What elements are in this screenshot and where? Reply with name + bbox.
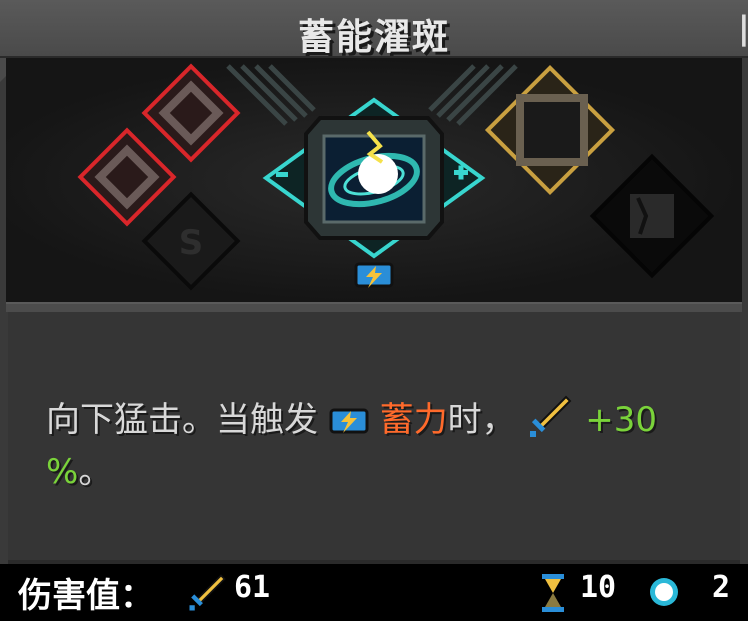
center-skill-icon[interactable] <box>262 97 486 259</box>
damage-label: 伤害值： <box>18 576 154 616</box>
skill-art-area: S <box>6 58 742 302</box>
description-prefix: 向下猛击。当触发 <box>46 400 318 440</box>
lightning-charge-icon <box>354 262 394 288</box>
sword-icon <box>189 574 226 611</box>
description-mid: 时， <box>447 400 516 440</box>
gold-rune-slot[interactable] <box>484 64 616 196</box>
sword-icon-inline <box>530 395 572 437</box>
charge-icon-inline <box>329 408 369 434</box>
red-rune-slot-2[interactable] <box>77 127 177 227</box>
dark-rune-slot-left[interactable]: S <box>141 191 241 291</box>
bonus-value: +30 <box>585 400 658 440</box>
title-bar: 蓄能濯斑 | <box>0 0 748 58</box>
separator <box>6 302 742 312</box>
red-rune-slot-1[interactable] <box>141 63 241 163</box>
svg-text:S: S <box>179 223 204 263</box>
skill-art: S <box>77 63 715 291</box>
stats-footer: 伤害值： 61 10 2 <box>0 564 748 621</box>
light-orb-icon <box>650 578 678 606</box>
title-marker: | <box>738 9 748 47</box>
damage-value: 61 <box>234 570 271 605</box>
cooldown-value: 10 <box>580 570 617 605</box>
skill-title: 蓄能濯斑 <box>297 17 450 58</box>
dark-rune-slot-right[interactable] <box>589 153 715 279</box>
description-box: 向下猛击。当触发 蓄力时， +30 %。 <box>8 312 740 564</box>
orb-value: 2 <box>712 570 731 605</box>
description-end: 。 <box>78 452 113 492</box>
hourglass-icon <box>542 574 564 612</box>
description-line-2: %。 <box>46 444 112 493</box>
bonus-percent: % <box>46 452 79 492</box>
keyword-charge: 蓄力 <box>379 400 448 440</box>
skill-panel: 蓄能濯斑 | S 向下猛击。当触发 蓄力时， +30 %。 伤害值： 61 10… <box>0 0 748 621</box>
hatch-left <box>226 64 316 126</box>
description-line-1: 向下猛击。当触发 蓄力时， +30 <box>46 392 657 441</box>
